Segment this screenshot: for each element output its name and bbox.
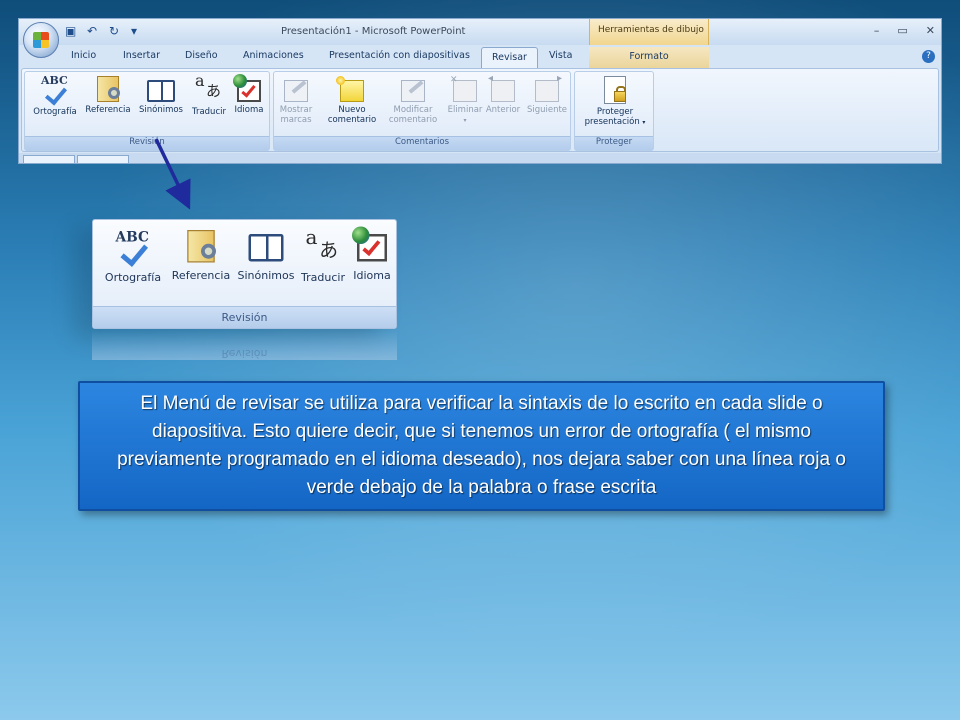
zoom-idioma-button[interactable]: Idioma	[349, 226, 395, 282]
zoom-traducir-button[interactable]: aあ Traducir	[297, 225, 349, 284]
zoom-sinonimos-button[interactable]: Sinónimos	[235, 230, 297, 282]
new-comment-icon	[336, 76, 364, 102]
previous-comment-icon	[488, 74, 515, 102]
group-title-revision: Revisión	[25, 136, 269, 150]
modificar-label: Modificar	[393, 105, 433, 115]
zoom-ortografia-button[interactable]: ABC Ortografía	[99, 229, 167, 284]
undo-icon[interactable]: ↶	[87, 24, 101, 38]
arrow-icon	[154, 138, 191, 210]
spelling-icon: ABC	[116, 229, 151, 267]
zoom-idioma-label: Idioma	[353, 269, 391, 282]
office-logo-icon	[33, 32, 49, 48]
close-icon[interactable]: ✕	[926, 24, 935, 37]
referencia-label: Referencia	[85, 105, 131, 115]
comentario-label-2: comentario	[388, 115, 438, 125]
zoom-referencia-label: Referencia	[171, 269, 231, 282]
modificar-comentario-button[interactable]: Modificar comentario	[382, 76, 444, 125]
chevron-down-icon: ▾	[642, 119, 646, 126]
comentario-label: comentario	[327, 115, 377, 125]
ribbon-tabs: Inicio Insertar Diseño Animaciones Prese…	[19, 47, 941, 69]
sinonimos-label: Sinónimos	[138, 105, 183, 115]
context-tools-header: Herramientas de dibujo	[589, 19, 709, 45]
redo-icon[interactable]: ↻	[109, 24, 123, 38]
mostrar-marcas-button[interactable]: Mostrar marcas	[276, 76, 316, 125]
tab-inicio[interactable]: Inicio	[71, 50, 96, 61]
thesaurus-icon	[147, 80, 175, 102]
group-proteger: Proteger presentación ▾ Proteger	[574, 71, 654, 151]
revision-group-zoom: ABC Ortografía Referencia Sinónimos aあ T…	[92, 219, 397, 329]
mostrar-label: Mostrar	[279, 105, 313, 115]
zoom-traducir-label: Traducir	[301, 271, 345, 284]
window-controls: – ▭ ✕	[874, 24, 935, 37]
translate-icon: aあ	[305, 225, 339, 262]
minimize-icon[interactable]: –	[874, 24, 880, 37]
customize-icon[interactable]: ▾	[131, 24, 145, 38]
tab-revisar[interactable]: Revisar	[481, 47, 538, 69]
tab-vista[interactable]: Vista	[549, 50, 572, 61]
zoom-ortografia-label: Ortografía	[104, 271, 162, 284]
spelling-icon: ABC	[41, 75, 69, 106]
research-icon	[97, 76, 120, 102]
ortografia-label: Ortografía	[33, 107, 77, 117]
office-button[interactable]	[23, 22, 59, 58]
nuevo-label: Nuevo	[338, 105, 366, 115]
save-icon[interactable]: ▣	[65, 24, 79, 38]
lock-icon	[604, 76, 626, 104]
title-bar: ▣ ↶ ↻ ▾ Presentación1 - Microsoft PowerP…	[19, 19, 941, 45]
group-title-comentarios: Comentarios	[274, 136, 570, 150]
tab-diseno[interactable]: Diseño	[185, 50, 218, 61]
delete-comment-icon	[450, 75, 477, 102]
help-icon[interactable]: ?	[922, 50, 935, 63]
group-revision: ABC Ortografía Referencia Sinónimos aあ T…	[24, 71, 270, 151]
presentacion-label: presentación	[584, 117, 640, 127]
language-icon	[233, 74, 261, 102]
caption-box: El Menú de revisar se utiliza para verif…	[78, 381, 885, 511]
idioma-label: Idioma	[234, 105, 264, 115]
referencia-button[interactable]: Referencia	[83, 76, 133, 115]
edit-comment-icon	[401, 80, 425, 102]
outline-tab[interactable]	[77, 155, 129, 163]
proteger-label: Proteger	[596, 107, 634, 117]
zoom-group-title: Revisión	[93, 306, 396, 328]
sinonimos-button[interactable]: Sinónimos	[135, 76, 187, 115]
zoom-referencia-button[interactable]: Referencia	[169, 230, 233, 282]
research-icon	[187, 230, 216, 263]
maximize-icon[interactable]: ▭	[897, 24, 907, 37]
idioma-button[interactable]: Idioma	[231, 74, 267, 115]
eliminar-label: Eliminar	[447, 105, 483, 115]
caption-text: El Menú de revisar se utiliza para verif…	[117, 393, 846, 498]
tab-formato[interactable]: Formato	[589, 47, 709, 69]
quick-access-toolbar: ▣ ↶ ↻ ▾	[65, 24, 145, 38]
ortografia-button[interactable]: ABC Ortografía	[29, 75, 81, 117]
group-title-proteger: Proteger	[575, 136, 653, 150]
anterior-button[interactable]: Anterior	[482, 74, 524, 115]
tab-insertar[interactable]: Insertar	[123, 50, 160, 61]
group-comentarios: Mostrar marcas Nuevo comentario Modifica…	[273, 71, 571, 151]
tab-animaciones[interactable]: Animaciones	[243, 50, 304, 61]
traducir-label: Traducir	[192, 107, 226, 117]
siguiente-button[interactable]: Siguiente	[524, 74, 570, 115]
siguiente-label: Siguiente	[526, 105, 568, 115]
thesaurus-icon	[248, 234, 284, 262]
chevron-down-icon: ▾	[463, 117, 467, 124]
proteger-presentacion-button[interactable]: Proteger presentación ▾	[577, 76, 653, 128]
traducir-button[interactable]: aあ Traducir	[189, 71, 229, 118]
language-icon	[352, 226, 387, 262]
zoom-reflection: Revisión	[92, 330, 397, 360]
next-comment-icon	[535, 74, 562, 102]
zoom-sinonimos-label: Sinónimos	[237, 269, 295, 282]
window-title: Presentación1 - Microsoft PowerPoint	[281, 26, 466, 37]
slides-tab[interactable]	[23, 155, 75, 163]
translate-icon: aあ	[195, 71, 222, 100]
anterior-label: Anterior	[485, 105, 521, 115]
tab-presentacion[interactable]: Presentación con diapositivas	[329, 50, 470, 61]
eliminar-button[interactable]: Eliminar ▾	[444, 75, 486, 126]
nuevo-comentario-button[interactable]: Nuevo comentario	[322, 76, 382, 125]
marcas-label: marcas	[280, 115, 312, 125]
show-markup-icon	[284, 80, 308, 102]
